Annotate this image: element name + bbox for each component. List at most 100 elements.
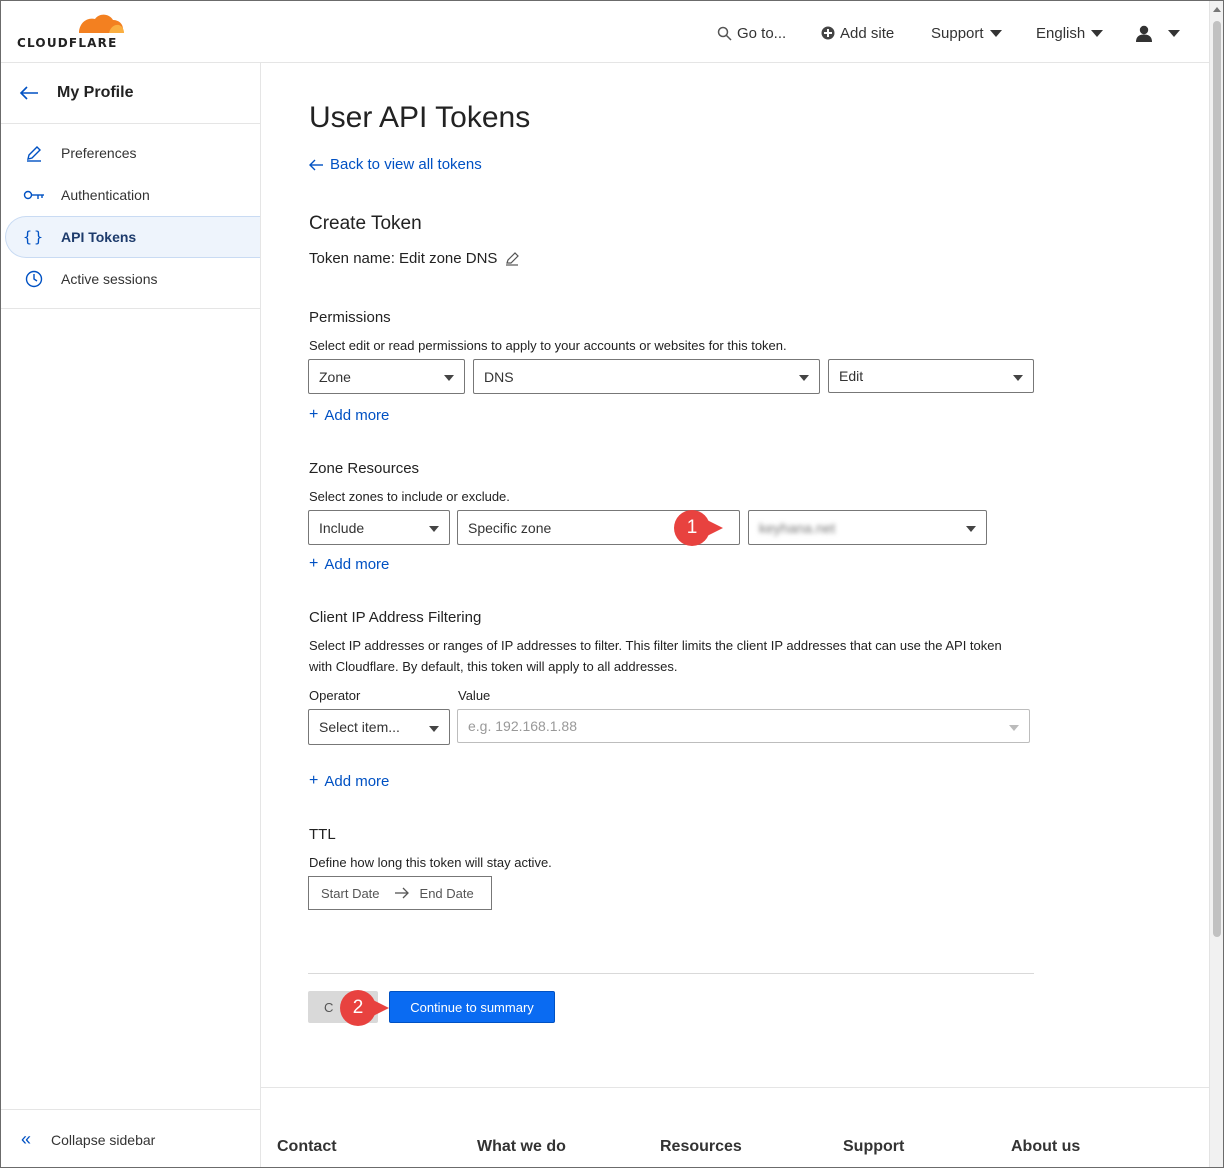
sidebar-item-label: API Tokens bbox=[61, 229, 137, 245]
sidebar-item-authentication[interactable]: Authentication bbox=[1, 174, 260, 216]
chevron-down-icon bbox=[989, 29, 1002, 37]
key-icon bbox=[23, 184, 45, 206]
zone-resources-description: Select zones to include or exclude. bbox=[309, 489, 510, 504]
select-value: DNS bbox=[484, 368, 514, 385]
sidebar-item-active-sessions[interactable]: Active sessions bbox=[1, 258, 260, 300]
dropdown-arrow-icon bbox=[966, 526, 976, 532]
collapse-sidebar-button[interactable]: « Collapse sidebar bbox=[1, 1109, 260, 1167]
ttl-label: TTL bbox=[309, 826, 336, 843]
dropdown-arrow-icon bbox=[429, 726, 439, 732]
sidebar: My Profile Preferences Authentication {}… bbox=[1, 63, 261, 1167]
footer-support[interactable]: Support bbox=[843, 1138, 904, 1156]
select-value: Zone bbox=[319, 368, 351, 385]
ttl-date-range: Start Date End Date bbox=[308, 876, 492, 910]
permissions-add-more-link[interactable]: + Add more bbox=[309, 406, 389, 424]
plus-icon: + bbox=[309, 772, 319, 789]
add-site-button[interactable]: Add site bbox=[821, 21, 894, 45]
dropdown-arrow-icon bbox=[429, 526, 439, 532]
page-title: User API Tokens bbox=[309, 101, 531, 134]
sidebar-item-preferences[interactable]: Preferences bbox=[1, 132, 260, 174]
ip-filtering-label: Client IP Address Filtering bbox=[309, 609, 482, 626]
scroll-up-arrow-icon[interactable] bbox=[1213, 7, 1221, 12]
operator-label: Operator bbox=[309, 688, 361, 703]
create-token-heading: Create Token bbox=[309, 213, 422, 234]
token-name-text: Token name: Edit zone DNS bbox=[309, 250, 498, 267]
add-more-label: Add more bbox=[324, 555, 390, 573]
collapse-sidebar-label: Collapse sidebar bbox=[51, 1131, 156, 1148]
select-value: Edit bbox=[839, 368, 864, 384]
form-divider bbox=[308, 973, 1034, 974]
goto-button[interactable]: Go to... bbox=[717, 21, 786, 45]
permissions-description: Select edit or read permissions to apply… bbox=[309, 338, 787, 353]
back-link-label: Back to view all tokens bbox=[330, 156, 482, 173]
zone-include-select[interactable]: Include bbox=[308, 510, 450, 545]
zone-add-more-link[interactable]: + Add more bbox=[309, 555, 389, 573]
select-value: Select item... bbox=[319, 719, 400, 735]
ip-filtering-description: Select IP addresses or ranges of IP addr… bbox=[309, 638, 1002, 674]
vertical-scrollbar[interactable] bbox=[1209, 1, 1223, 1167]
zone-domain-select[interactable]: keyhana.net bbox=[748, 510, 987, 545]
double-chevron-left-icon: « bbox=[21, 1129, 32, 1149]
footer: Contact What we do Resources Support Abo… bbox=[261, 1087, 1211, 1167]
dropdown-arrow-icon bbox=[444, 375, 454, 381]
ttl-description: Define how long this token will stay act… bbox=[309, 855, 552, 870]
pencil-icon bbox=[23, 142, 45, 164]
back-to-tokens-link[interactable]: Back to view all tokens bbox=[309, 156, 482, 173]
scrollbar-thumb[interactable] bbox=[1213, 21, 1221, 937]
footer-what-we-do[interactable]: What we do bbox=[477, 1138, 566, 1156]
dropdown-arrow-icon bbox=[799, 375, 809, 381]
end-date-input[interactable]: End Date bbox=[420, 886, 474, 901]
language-label: English bbox=[1036, 24, 1086, 42]
permissions-label: Permissions bbox=[309, 309, 391, 326]
permission-level-select[interactable]: Edit bbox=[828, 359, 1034, 393]
select-value: Include bbox=[319, 519, 365, 536]
token-name: Token name: Edit zone DNS bbox=[309, 250, 520, 267]
select-placeholder: e.g. 192.168.1.88 bbox=[468, 718, 577, 734]
top-bar: CLOUDFLARE Go to... Add site Support Eng… bbox=[1, 1, 1211, 63]
footer-about-us[interactable]: About us bbox=[1011, 1138, 1080, 1156]
sidebar-item-api-tokens[interactable]: {} API Tokens bbox=[5, 216, 260, 258]
sidebar-item-label: Authentication bbox=[61, 187, 150, 203]
cloudflare-logo[interactable]: CLOUDFLARE bbox=[17, 11, 127, 51]
chevron-down-icon bbox=[1168, 29, 1180, 37]
arrow-right-icon bbox=[394, 887, 409, 899]
add-site-label: Add site bbox=[840, 24, 895, 42]
search-icon bbox=[717, 26, 732, 41]
support-menu[interactable]: Support bbox=[931, 21, 1002, 45]
main-content: User API Tokens Back to view all tokens … bbox=[261, 63, 1211, 1167]
support-label: Support bbox=[931, 24, 984, 42]
add-more-label: Add more bbox=[324, 406, 390, 424]
sidebar-header: My Profile bbox=[1, 63, 260, 124]
language-menu[interactable]: English bbox=[1036, 21, 1104, 45]
plus-icon: + bbox=[309, 406, 319, 423]
ip-add-more-link[interactable]: + Add more bbox=[309, 772, 389, 790]
footer-contact[interactable]: Contact bbox=[277, 1138, 337, 1156]
annotation-badge-1: 1 bbox=[673, 509, 723, 547]
select-value: Specific zone bbox=[468, 519, 552, 536]
sidebar-item-label: Active sessions bbox=[61, 271, 158, 287]
annotation-badge-2: 2 bbox=[339, 989, 389, 1027]
start-date-input[interactable]: Start Date bbox=[321, 886, 380, 901]
sidebar-nav: Preferences Authentication {} API Tokens… bbox=[1, 124, 260, 309]
back-arrow-icon[interactable] bbox=[19, 85, 39, 101]
operator-select[interactable]: Select item... bbox=[308, 709, 450, 745]
continue-label: Continue to summary bbox=[410, 999, 534, 1015]
permission-scope-select[interactable]: Zone bbox=[308, 359, 465, 394]
user-menu[interactable] bbox=[1135, 21, 1180, 45]
cancel-label: C bbox=[324, 999, 334, 1015]
ip-value-select[interactable]: e.g. 192.168.1.88 bbox=[457, 709, 1030, 743]
permission-group-select[interactable]: DNS bbox=[473, 359, 820, 394]
user-icon bbox=[1136, 25, 1152, 42]
select-value: keyhana.net bbox=[759, 519, 836, 536]
footer-resources[interactable]: Resources bbox=[660, 1138, 742, 1156]
edit-pencil-icon[interactable] bbox=[505, 251, 520, 266]
add-more-label: Add more bbox=[324, 772, 390, 790]
sidebar-title: My Profile bbox=[57, 84, 134, 101]
dropdown-arrow-icon bbox=[1013, 375, 1023, 381]
logo-wordmark: CLOUDFLARE bbox=[17, 36, 118, 50]
badge-number: 2 bbox=[352, 997, 364, 1018]
goto-label: Go to... bbox=[737, 24, 787, 42]
cloud-logo-icon bbox=[79, 14, 124, 33]
zone-resources-label: Zone Resources bbox=[309, 460, 420, 477]
continue-to-summary-button[interactable]: Continue to summary bbox=[389, 991, 555, 1023]
